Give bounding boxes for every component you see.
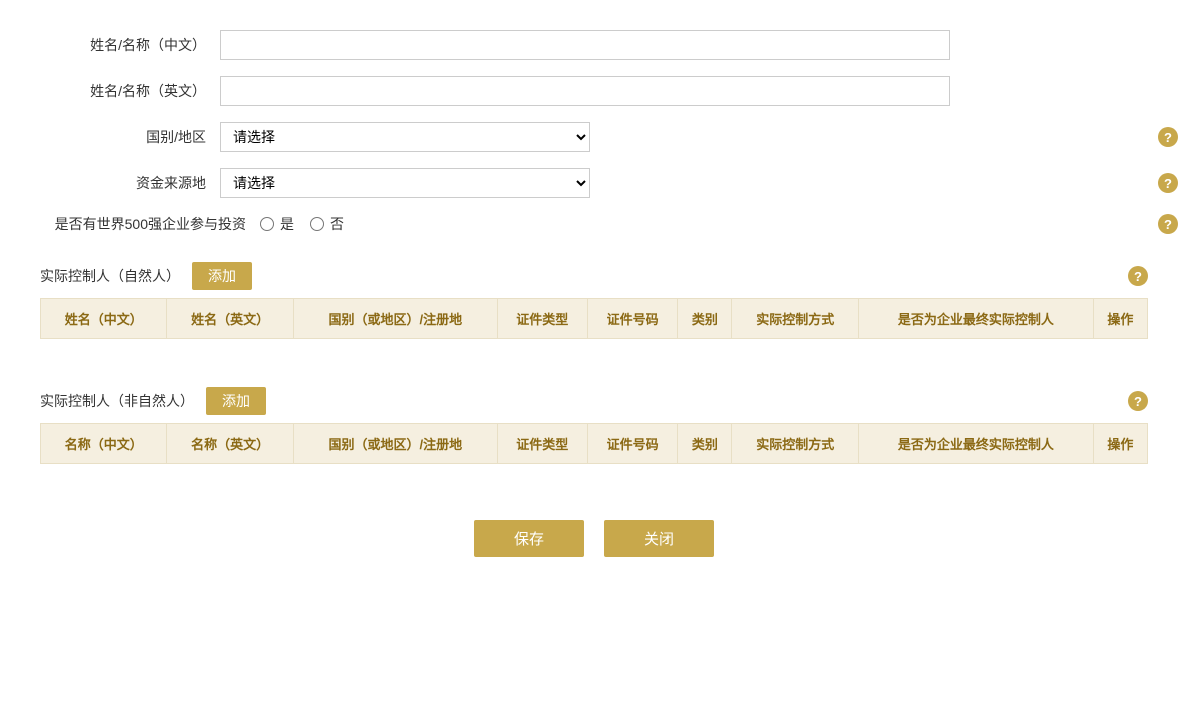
radio-no-option[interactable]: 否 — [310, 214, 344, 234]
section1-title: 实际控制人（自然人） — [40, 266, 180, 286]
country-help-icon[interactable]: ? — [1158, 127, 1178, 147]
section1-col-country: 国别（或地区）/注册地 — [293, 299, 497, 339]
fortune500-radio-group: 是 否 — [260, 214, 344, 234]
name-cn-row: 姓名/名称（中文） — [40, 30, 1148, 60]
close-button[interactable]: 关闭 — [604, 520, 714, 557]
section2-col-action: 操作 — [1093, 424, 1147, 464]
section2-add-button[interactable]: 添加 — [206, 387, 266, 415]
radio-no-input[interactable] — [310, 217, 324, 231]
section2-col-category: 类别 — [678, 424, 732, 464]
section2-header: 实际控制人（非自然人） 添加 ? — [40, 379, 1148, 423]
name-en-row: 姓名/名称（英文） — [40, 76, 1148, 106]
fund-source-help-icon[interactable]: ? — [1158, 173, 1178, 193]
section2-col-cert-no: 证件号码 — [587, 424, 677, 464]
section1-table: 姓名（中文） 姓名（英文） 国别（或地区）/注册地 证件类型 证件号码 类别 实… — [40, 298, 1148, 355]
fortune500-row: 是否有世界500强企业参与投资 是 否 ? — [40, 214, 1148, 234]
fund-source-row: 资金来源地 请选择 ? — [40, 168, 1148, 198]
radio-yes-option[interactable]: 是 — [260, 214, 294, 234]
radio-no-label: 否 — [330, 214, 344, 234]
name-en-label: 姓名/名称（英文） — [40, 81, 220, 101]
section1-col-name-en: 姓名（英文） — [167, 299, 293, 339]
country-label: 国别/地区 — [40, 127, 220, 147]
section1-col-control-method: 实际控制方式 — [732, 299, 858, 339]
section2-table: 名称（中文） 名称（英文） 国别（或地区）/注册地 证件类型 证件号码 类别 实… — [40, 423, 1148, 480]
section2-col-country: 国别（或地区）/注册地 — [293, 424, 497, 464]
name-en-input[interactable] — [220, 76, 950, 106]
section2-empty-row — [41, 464, 1148, 481]
fortune500-help-icon[interactable]: ? — [1158, 214, 1178, 234]
country-row: 国别/地区 请选择 ? — [40, 122, 1148, 152]
country-select[interactable]: 请选择 — [220, 122, 590, 152]
radio-yes-input[interactable] — [260, 217, 274, 231]
name-cn-input[interactable] — [220, 30, 950, 60]
section1-col-action: 操作 — [1093, 299, 1147, 339]
section1-help-icon[interactable]: ? — [1128, 266, 1148, 286]
section1-col-category: 类别 — [678, 299, 732, 339]
section1-empty-row — [41, 339, 1148, 356]
section1-col-cert-type: 证件类型 — [497, 299, 587, 339]
section2-col-cert-type: 证件类型 — [497, 424, 587, 464]
section2-col-name-cn: 名称（中文） — [41, 424, 167, 464]
fortune500-label: 是否有世界500强企业参与投资 — [40, 214, 260, 234]
section2-wrapper: 实际控制人（非自然人） 添加 ? 名称（中文） 名称（英文） 国别（或地区）/注… — [40, 379, 1148, 480]
section2-title: 实际控制人（非自然人） — [40, 391, 194, 411]
section1-wrapper: 实际控制人（自然人） 添加 ? 姓名（中文） 姓名（英文） 国别（或地区）/注册… — [40, 254, 1148, 355]
section2-col-name-en: 名称（英文） — [167, 424, 293, 464]
save-button[interactable]: 保存 — [474, 520, 584, 557]
section1-col-cert-no: 证件号码 — [587, 299, 677, 339]
section1-col-name-cn: 姓名（中文） — [41, 299, 167, 339]
section1-col-is-final: 是否为企业最终实际控制人 — [858, 299, 1093, 339]
section1-add-button[interactable]: 添加 — [192, 262, 252, 290]
bottom-buttons: 保存 关闭 — [40, 520, 1148, 577]
section2-col-is-final: 是否为企业最终实际控制人 — [858, 424, 1093, 464]
fund-source-label: 资金来源地 — [40, 173, 220, 193]
section1-table-header-row: 姓名（中文） 姓名（英文） 国别（或地区）/注册地 证件类型 证件号码 类别 实… — [41, 299, 1148, 339]
name-cn-label: 姓名/名称（中文） — [40, 35, 220, 55]
fund-source-select[interactable]: 请选择 — [220, 168, 590, 198]
radio-yes-label: 是 — [280, 214, 294, 234]
section1-header: 实际控制人（自然人） 添加 ? — [40, 254, 1148, 298]
section2-help-icon[interactable]: ? — [1128, 391, 1148, 411]
section2-table-header-row: 名称（中文） 名称（英文） 国别（或地区）/注册地 证件类型 证件号码 类别 实… — [41, 424, 1148, 464]
section2-col-control-method: 实际控制方式 — [732, 424, 858, 464]
